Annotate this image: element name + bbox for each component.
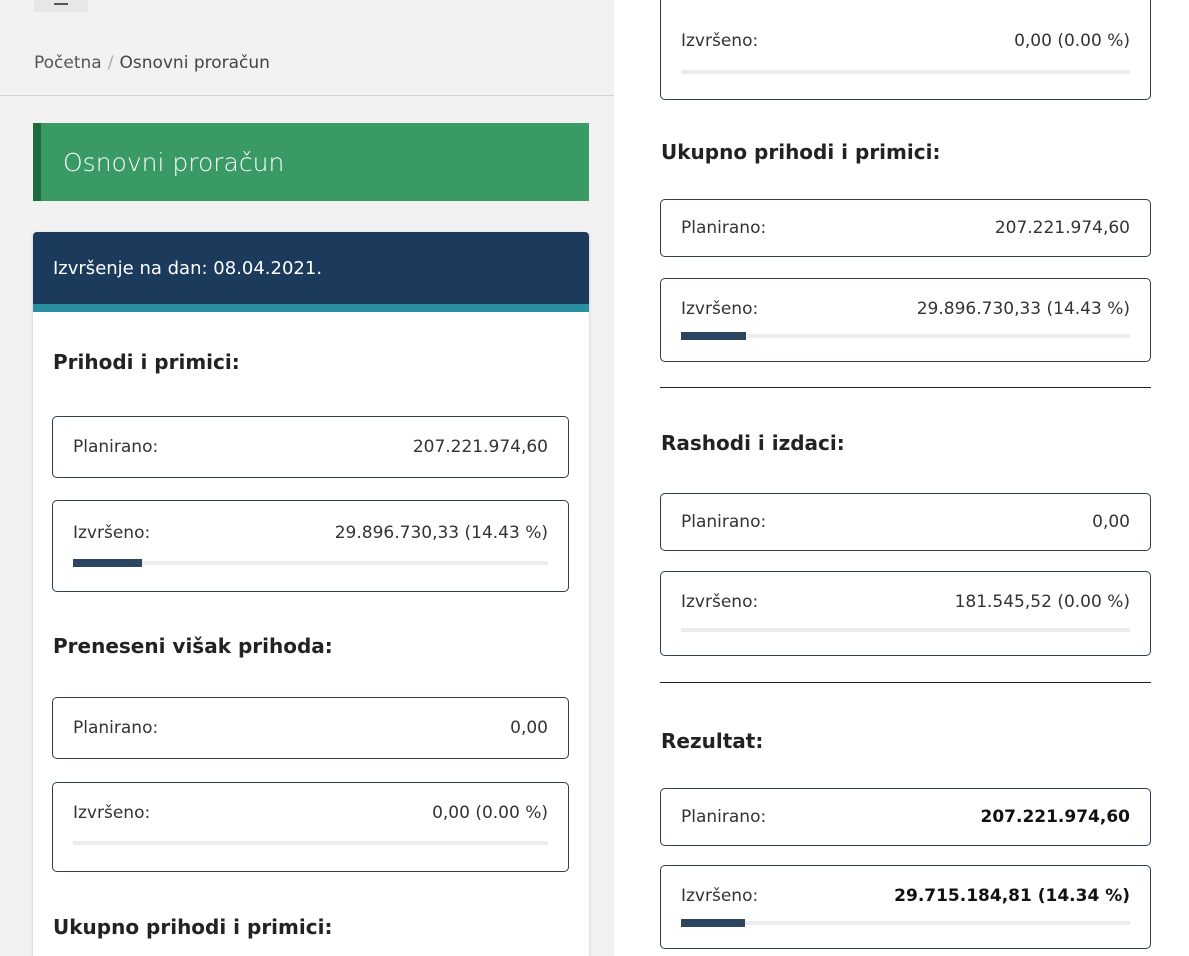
- preneseni-progress-bar: [681, 70, 1130, 74]
- preneseni-executed-box-continued: Izvršeno: 0,00 (0.00 %): [660, 0, 1151, 100]
- ukupno-executed-value: 29.896.730,33 (14.43 %): [916, 299, 1130, 319]
- rashodi-executed-value: 181.545,52 (0.00 %): [954, 592, 1130, 612]
- breadcrumb: Početna / Osnovni proračun: [34, 53, 270, 73]
- ukupno-progress-bar: [681, 332, 1130, 340]
- executed-label: Izvršeno:: [73, 523, 151, 543]
- preneseni-planned-box: Planirano: 0,00: [52, 697, 569, 759]
- breadcrumb-separator: /: [107, 53, 114, 73]
- section-title-prihodi: Prihodi i primici:: [53, 350, 240, 374]
- breadcrumb-current: Osnovni proračun: [119, 53, 270, 73]
- right-pane: Izvršeno: 0,00 (0.00 %) Ukupno prihodi i…: [630, 0, 1189, 956]
- executed-label: Izvršeno:: [681, 31, 759, 51]
- preneseni-executed-value: 0,00 (0.00 %): [432, 803, 548, 823]
- preneseni-planned-value: 0,00: [510, 718, 548, 738]
- progress-fill: [681, 332, 746, 340]
- executed-label: Izvršeno:: [73, 803, 151, 823]
- executed-label: Izvršeno:: [681, 592, 759, 612]
- planned-label: Planirano:: [73, 437, 159, 457]
- budget-card: Izvršenje na dan: 08.04.2021. Prihodi i …: [33, 232, 589, 956]
- menu-button[interactable]: [34, 0, 88, 12]
- page-title: Osnovni proračun: [63, 148, 285, 177]
- rezultat-executed-value: 29.715.184,81 (14.34 %): [894, 886, 1130, 906]
- menu-icon: [54, 3, 68, 5]
- header-divider: [0, 95, 614, 96]
- planned-label: Planirano:: [681, 512, 767, 532]
- prihodi-progress-bar: [73, 559, 548, 567]
- ukupno-executed-box: Izvršeno: 29.896.730,33 (14.43 %): [660, 278, 1151, 362]
- prihodi-planned-value: 207.221.974,60: [412, 437, 548, 457]
- ukupno-planned-box: Planirano: 207.221.974,60: [660, 199, 1151, 257]
- card-header-title: Izvršenje na dan: 08.04.2021.: [53, 258, 323, 279]
- rashodi-progress-bar: [681, 628, 1130, 632]
- section-title-preneseni: Preneseni višak prihoda:: [53, 634, 333, 658]
- rashodi-planned-box: Planirano: 0,00: [660, 493, 1151, 551]
- progress-fill: [681, 919, 746, 927]
- left-pane: Početna / Osnovni proračun Osnovni proraču…: [0, 0, 614, 956]
- prihodi-executed-box: Izvršeno: 29.896.730,33 (14.43 %): [52, 500, 569, 592]
- rashodi-planned-value: 0,00: [1092, 512, 1130, 532]
- section-title-ukupno: Ukupno prihodi i primici:: [53, 915, 333, 939]
- rezultat-progress-bar: [681, 919, 1130, 927]
- breadcrumb-home-link[interactable]: Početna: [34, 53, 102, 73]
- planned-label: Planirano:: [681, 218, 767, 238]
- section-title-rashodi: Rashodi i izdaci:: [661, 431, 845, 455]
- section-divider: [660, 387, 1151, 388]
- executed-label: Izvršeno:: [681, 299, 759, 319]
- section-divider: [660, 682, 1151, 683]
- card-header: Izvršenje na dan: 08.04.2021.: [33, 232, 589, 312]
- executed-label: Izvršeno:: [681, 886, 759, 906]
- rashodi-executed-box: Izvršeno: 181.545,52 (0.00 %): [660, 571, 1151, 656]
- preneseni-executed-box: Izvršeno: 0,00 (0.00 %): [52, 782, 569, 872]
- preneseni-progress-bar: [73, 841, 548, 845]
- rezultat-planned-box: Planirano: 207.221.974,60: [660, 788, 1151, 846]
- section-title-ukupno-continued: Ukupno prihodi i primici:: [661, 140, 941, 164]
- progress-fill: [73, 559, 142, 567]
- planned-label: Planirano:: [681, 807, 767, 827]
- preneseni-executed-value-continued: 0,00 (0.00 %): [1014, 31, 1130, 51]
- rezultat-executed-box: Izvršeno: 29.715.184,81 (14.34 %): [660, 865, 1151, 949]
- page-title-banner: Osnovni proračun: [33, 123, 589, 201]
- ukupno-planned-value: 207.221.974,60: [994, 218, 1130, 238]
- prihodi-executed-value: 29.896.730,33 (14.43 %): [334, 523, 548, 543]
- prihodi-planned-box: Planirano: 207.221.974,60: [52, 416, 569, 478]
- rezultat-planned-value: 207.221.974,60: [980, 807, 1131, 827]
- planned-label: Planirano:: [73, 718, 159, 738]
- section-title-rezultat: Rezultat:: [661, 729, 764, 753]
